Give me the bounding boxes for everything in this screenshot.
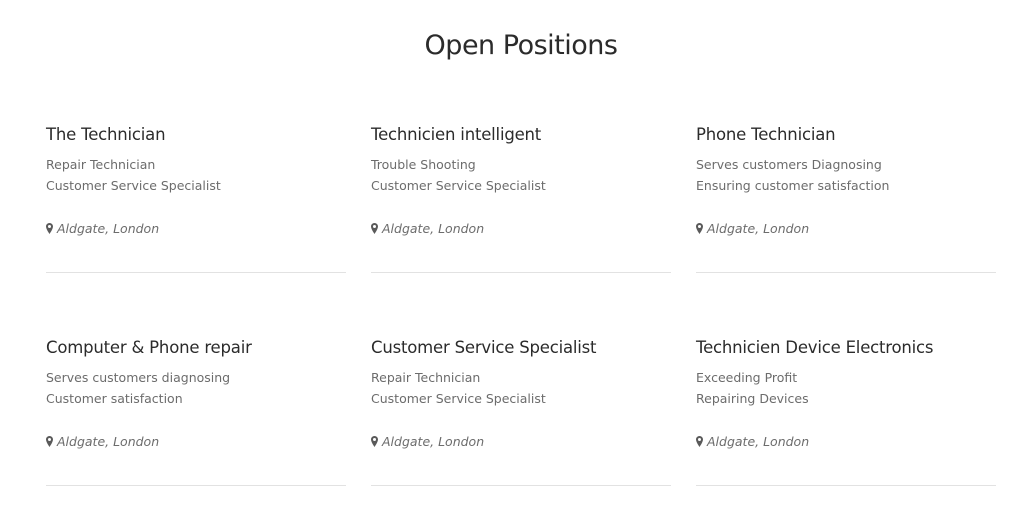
position-details: Exceeding Profit Repairing Devices [696, 367, 996, 409]
position-detail-line: Customer Service Specialist [371, 391, 546, 406]
position-location: Aldgate, London [46, 434, 346, 449]
position-title[interactable]: Customer Service Specialist [371, 337, 671, 359]
position-location: Aldgate, London [696, 434, 996, 449]
position-card[interactable]: Customer Service Specialist Repair Techn… [371, 337, 671, 486]
position-details: Serves customers Diagnosing Ensuring cus… [696, 154, 996, 196]
position-detail-line: Repair Technician [371, 370, 481, 385]
position-detail-line: Ensuring customer satisfaction [696, 178, 890, 193]
positions-grid: The Technician Repair Technician Custome… [46, 124, 996, 486]
position-card[interactable]: Technicien Device Electronics Exceeding … [696, 337, 996, 486]
location-text: Aldgate, London [707, 434, 810, 449]
position-details: Trouble Shooting Customer Service Specia… [371, 154, 671, 196]
position-title[interactable]: The Technician [46, 124, 346, 146]
position-detail-line: Customer Service Specialist [46, 178, 221, 193]
location-text: Aldgate, London [382, 434, 485, 449]
location-text: Aldgate, London [707, 221, 810, 236]
position-detail-line: Exceeding Profit [696, 370, 798, 385]
position-detail-line: Customer satisfaction [46, 391, 183, 406]
position-location: Aldgate, London [46, 221, 346, 236]
position-title[interactable]: Computer & Phone repair [46, 337, 346, 359]
map-pin-icon [696, 436, 703, 447]
position-detail-line: Serves customers Diagnosing [696, 157, 882, 172]
map-pin-icon [371, 436, 378, 447]
map-pin-icon [46, 436, 53, 447]
position-location: Aldgate, London [371, 221, 671, 236]
map-pin-icon [696, 223, 703, 234]
position-details: Serves customers diagnosing Customer sat… [46, 367, 346, 409]
position-detail-line: Customer Service Specialist [371, 178, 546, 193]
position-detail-line: Trouble Shooting [371, 157, 476, 172]
position-title[interactable]: Technicien Device Electronics [696, 337, 996, 359]
position-detail-line: Repairing Devices [696, 391, 809, 406]
position-card[interactable]: Technicien intelligent Trouble Shooting … [371, 124, 671, 273]
position-details: Repair Technician Customer Service Speci… [46, 154, 346, 196]
position-title[interactable]: Technicien intelligent [371, 124, 671, 146]
position-card[interactable]: Phone Technician Serves customers Diagno… [696, 124, 996, 273]
position-location: Aldgate, London [696, 221, 996, 236]
position-detail-line: Repair Technician [46, 157, 156, 172]
map-pin-icon [46, 223, 53, 234]
page-title: Open Positions [424, 30, 618, 61]
position-location: Aldgate, London [371, 434, 671, 449]
position-card[interactable]: Computer & Phone repair Serves customers… [46, 337, 346, 486]
map-pin-icon [371, 223, 378, 234]
position-title[interactable]: Phone Technician [696, 124, 996, 146]
position-details: Repair Technician Customer Service Speci… [371, 367, 671, 409]
location-text: Aldgate, London [382, 221, 485, 236]
location-text: Aldgate, London [57, 221, 160, 236]
position-card[interactable]: The Technician Repair Technician Custome… [46, 124, 346, 273]
position-detail-line: Serves customers diagnosing [46, 370, 231, 385]
location-text: Aldgate, London [57, 434, 160, 449]
